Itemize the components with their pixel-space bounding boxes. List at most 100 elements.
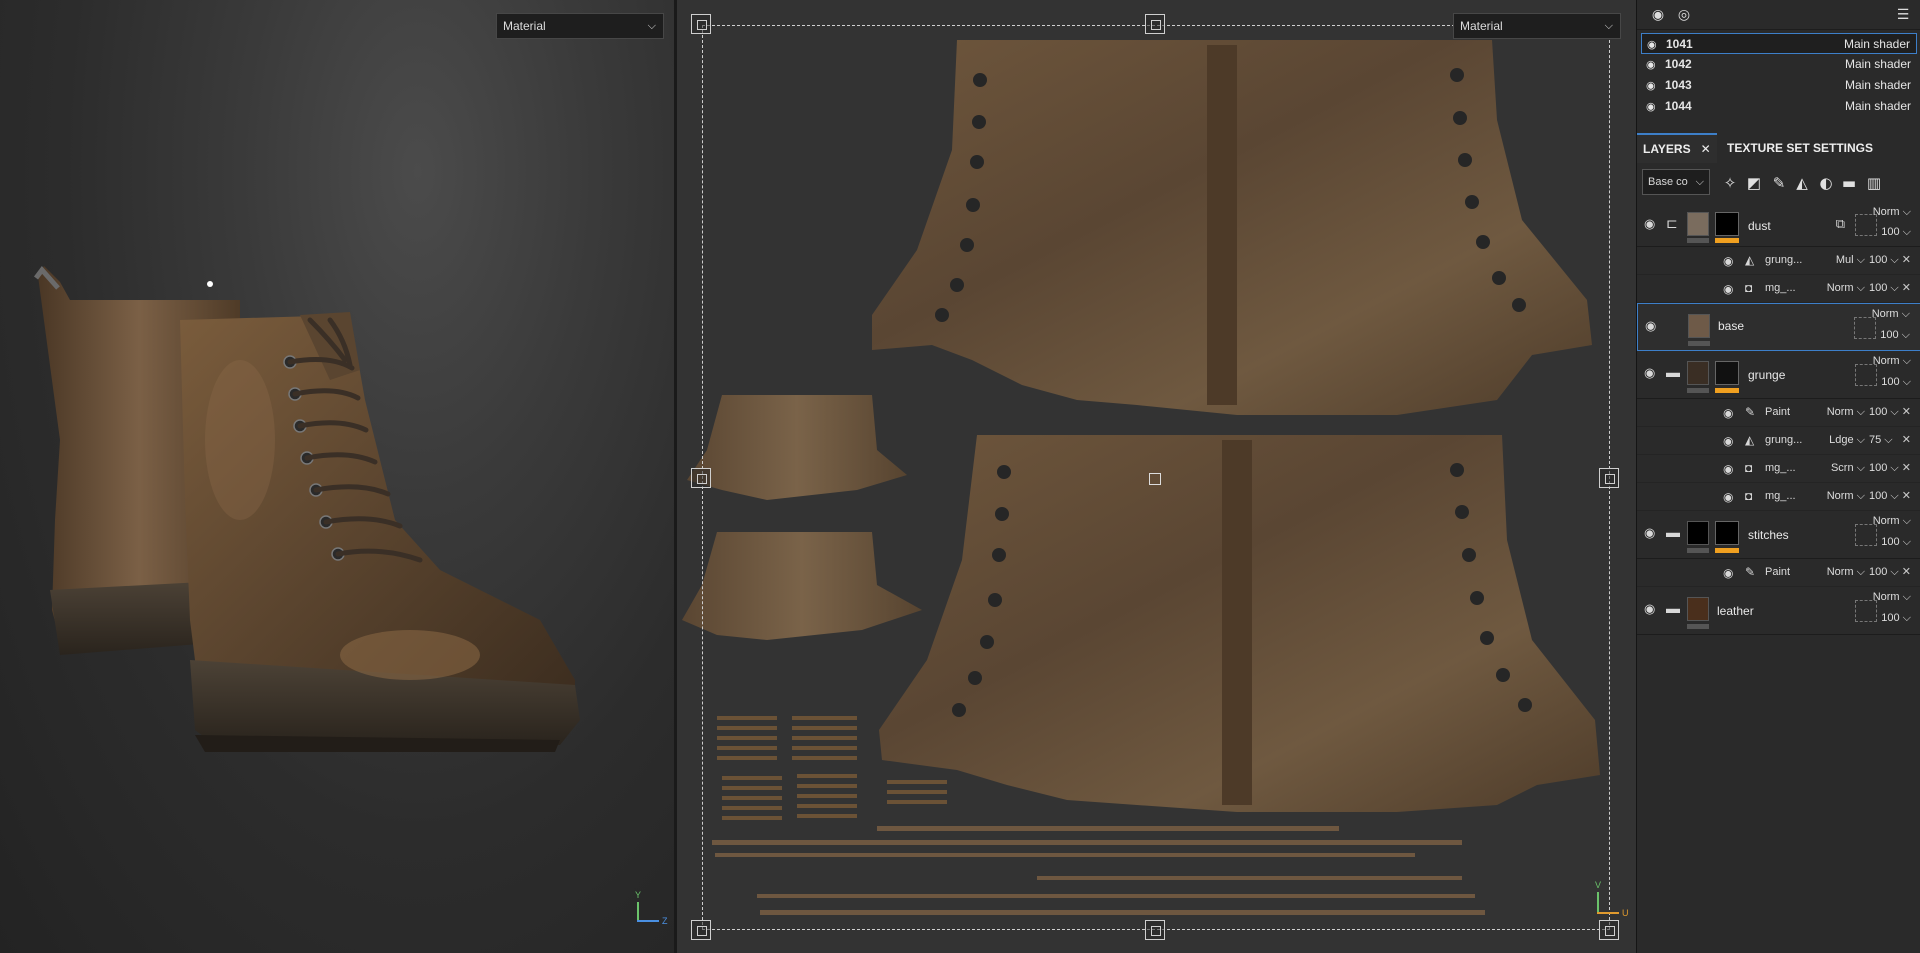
eye-icon[interactable]: ◉: [1723, 434, 1733, 448]
effect-blend-mode[interactable]: Norm ⌵: [1817, 406, 1865, 419]
layer-mask-thumbnail[interactable]: [1715, 361, 1739, 385]
layer-blend-mode[interactable]: Norm ⌵: [1873, 355, 1911, 368]
eye-icon[interactable]: ◉: [1723, 490, 1733, 504]
eye-icon[interactable]: ◉: [1723, 566, 1733, 580]
texture-set-name: 1044: [1665, 99, 1692, 113]
texture-set-row[interactable]: ◉ 1041 Main shader: [1641, 33, 1917, 54]
effect-blend-mode[interactable]: Ldge ⌵: [1817, 434, 1865, 447]
uv-handle-middle-left[interactable]: [691, 468, 711, 488]
effect-row[interactable]: ◉ ◘ mg_... Norm ⌵ 100 ⌵ ✕: [1637, 483, 1920, 511]
effect-opacity[interactable]: 100 ⌵: [1869, 254, 1899, 267]
effect-blend-mode[interactable]: Mul ⌵: [1817, 254, 1865, 267]
list-filter-icon[interactable]: ☰: [1894, 6, 1912, 24]
layer-opacity[interactable]: 100 ⌵: [1881, 536, 1911, 549]
viewport-3d[interactable]: Material ⌵ Y Z: [0, 0, 674, 953]
uv-pivot-handle[interactable]: [1149, 473, 1161, 485]
close-icon[interactable]: ✕: [1902, 565, 1911, 578]
layer-blend-mode[interactable]: Norm ⌵: [1872, 308, 1910, 321]
eye-icon[interactable]: ◉: [1644, 365, 1655, 381]
uv-handle-bottom-center[interactable]: [1145, 920, 1165, 940]
eye-icon[interactable]: ◎: [1675, 6, 1693, 24]
paint-brush-icon[interactable]: ✎: [1770, 174, 1788, 192]
magic-wand-icon[interactable]: ✧: [1721, 174, 1739, 192]
eye-icon[interactable]: ◉: [1644, 525, 1655, 541]
eye-icon[interactable]: ◉: [1723, 462, 1733, 476]
uv-handle-bottom-left[interactable]: [691, 920, 711, 940]
viewport-2d[interactable]: Material ⌵ V U: [677, 0, 1636, 953]
effect-opacity[interactable]: 100 ⌵: [1869, 406, 1899, 419]
layer-row[interactable]: ◉ base Norm ⌵ 100 ⌵: [1637, 303, 1920, 351]
eye-icon[interactable]: ◉: [1723, 254, 1733, 268]
layer-opacity[interactable]: 100 ⌵: [1881, 612, 1911, 625]
texture-set-row[interactable]: ◉ 1042 Main shader: [1641, 54, 1917, 75]
layer-row[interactable]: ◉ ⊏ dust ⧉ Norm ⌵ 100 ⌵: [1637, 204, 1920, 247]
uv-handle-top-center[interactable]: [1145, 14, 1165, 34]
layer-thumbnail: [1687, 521, 1709, 545]
folder-icon[interactable]: ▬: [1840, 174, 1858, 192]
uv-handle-middle-right[interactable]: [1599, 468, 1619, 488]
effect-row[interactable]: ◉ ◭ grung... Ldge ⌵ 75 ⌵ ✕: [1637, 427, 1920, 455]
effect-icon[interactable]: ◐: [1817, 174, 1835, 192]
trash-icon[interactable]: ▥: [1865, 174, 1883, 192]
effect-opacity[interactable]: 100 ⌵: [1869, 282, 1899, 295]
effect-blend-mode[interactable]: Scrn ⌵: [1817, 462, 1865, 475]
boots-model[interactable]: [0, 0, 674, 953]
layer-row[interactable]: ◉ ▬ grunge Norm ⌵ 100 ⌵: [1637, 351, 1920, 399]
texture-set-row[interactable]: ◉ 1043 Main shader: [1641, 75, 1917, 96]
layer-row[interactable]: ◉ ▬ stitches Norm ⌵ 100 ⌵: [1637, 511, 1920, 559]
layer-blend-mode[interactable]: Norm ⌵: [1873, 206, 1911, 219]
effect-opacity[interactable]: 75 ⌵: [1869, 434, 1893, 447]
eye-icon[interactable]: ◉: [1646, 96, 1656, 117]
channel-select[interactable]: Base co ⌵: [1642, 169, 1710, 195]
texture-set-row[interactable]: ◉ 1044 Main shader: [1641, 96, 1917, 117]
effect-name: grung...: [1765, 254, 1803, 266]
eye-icon[interactable]: ◉: [1646, 75, 1656, 96]
uv-handle-top-left[interactable]: [691, 14, 711, 34]
fill-bucket-icon[interactable]: ◭: [1793, 174, 1811, 192]
close-icon[interactable]: ✕: [1902, 433, 1911, 446]
eye-icon[interactable]: ◉: [1647, 34, 1657, 55]
eye-icon[interactable]: ◉: [1644, 216, 1655, 232]
layer-row[interactable]: ◉ ▬ leather Norm ⌵ 100 ⌵: [1637, 587, 1920, 635]
add-mask-icon[interactable]: ◩: [1745, 174, 1763, 192]
viewport-2d-channel-dropdown[interactable]: Material ⌵: [1453, 13, 1621, 39]
layer-opacity[interactable]: 100 ⌵: [1881, 376, 1911, 389]
effect-opacity[interactable]: 100 ⌵: [1869, 462, 1899, 475]
layer-opacity[interactable]: 100 ⌵: [1880, 329, 1910, 342]
effect-row[interactable]: ◉ ◘ mg_... Scrn ⌵ 100 ⌵ ✕: [1637, 455, 1920, 483]
layer-stack: ◉ ⊏ dust ⧉ Norm ⌵ 100 ⌵ ◉ ◭ grung... Mul…: [1637, 204, 1920, 635]
effect-row[interactable]: ◉ ◭ grung... Mul ⌵ 100 ⌵ ✕: [1637, 247, 1920, 275]
eye-settings-icon[interactable]: ◉: [1649, 6, 1667, 24]
layer-blend-mode[interactable]: Norm ⌵: [1873, 515, 1911, 528]
tab-texture-set-settings[interactable]: TEXTURE SET SETTINGS: [1721, 133, 1879, 163]
effect-blend-mode[interactable]: Norm ⌵: [1817, 282, 1865, 295]
effect-opacity-value: 100: [1869, 462, 1888, 474]
effect-row[interactable]: ◉ ✎ Paint Norm ⌵ 100 ⌵ ✕: [1637, 559, 1920, 587]
layer-opacity[interactable]: 100 ⌵: [1881, 226, 1911, 239]
layer-mask-thumbnail[interactable]: [1715, 212, 1739, 236]
effect-row[interactable]: ◉ ✎ Paint Norm ⌵ 100 ⌵ ✕: [1637, 399, 1920, 427]
close-icon[interactable]: ✕: [1902, 489, 1911, 502]
effect-opacity[interactable]: 100 ⌵: [1869, 566, 1899, 579]
layer-mask-thumbnail[interactable]: [1715, 521, 1739, 545]
eye-icon[interactable]: ◉: [1644, 601, 1655, 617]
effect-blend-mode[interactable]: Norm ⌵: [1817, 566, 1865, 579]
texture-set-name: 1043: [1665, 78, 1692, 92]
chevron-down-icon: ⌵: [1695, 176, 1704, 188]
effect-opacity[interactable]: 100 ⌵: [1869, 490, 1899, 503]
close-icon[interactable]: ✕: [1701, 142, 1711, 156]
effect-row[interactable]: ◉ ◘ mg_... Norm ⌵ 100 ⌵ ✕: [1637, 275, 1920, 303]
close-icon[interactable]: ✕: [1902, 405, 1911, 418]
eye-icon[interactable]: ◉: [1723, 406, 1733, 420]
effect-blend-mode[interactable]: Norm ⌵: [1817, 490, 1865, 503]
close-icon[interactable]: ✕: [1902, 253, 1911, 266]
layer-blend-label: Norm: [1872, 515, 1900, 527]
eye-icon[interactable]: ◉: [1646, 54, 1656, 75]
uv-handle-bottom-right[interactable]: [1599, 920, 1619, 940]
eye-icon[interactable]: ◉: [1723, 282, 1733, 296]
eye-icon[interactable]: ◉: [1645, 318, 1656, 334]
close-icon[interactable]: ✕: [1902, 461, 1911, 474]
tab-layers[interactable]: LAYERS ✕: [1637, 133, 1717, 163]
close-icon[interactable]: ✕: [1902, 281, 1911, 294]
layer-blend-mode[interactable]: Norm ⌵: [1873, 591, 1911, 604]
